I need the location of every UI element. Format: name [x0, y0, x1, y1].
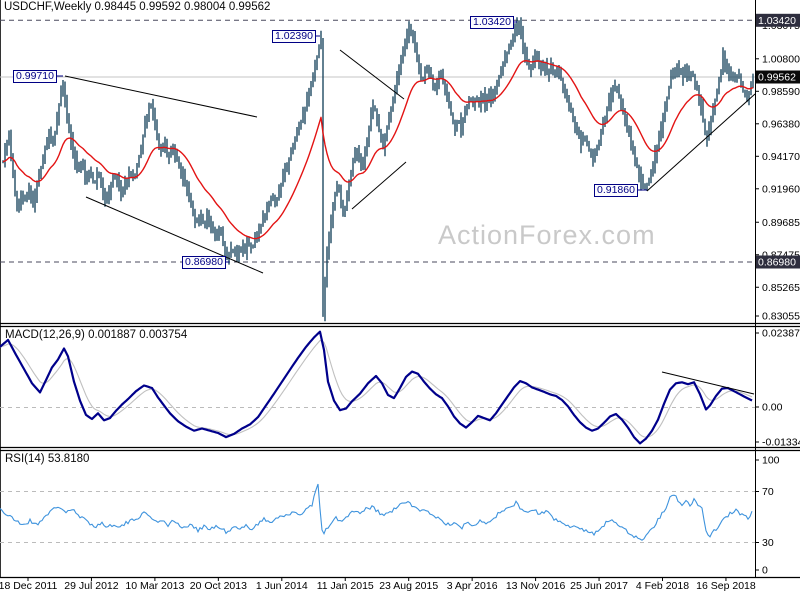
moving-average-line: [2, 60, 754, 240]
macd-signal-line: [0, 340, 753, 438]
rsi-line: [0, 483, 753, 541]
chart-title: USDCHF,Weekly 0.98445 0.99592 0.98004 0.…: [4, 1, 271, 13]
date-label: 25 Jun 2017: [570, 580, 628, 592]
macd-axis-label: 0.023873: [762, 328, 800, 340]
date-label: 3 Apr 2016: [447, 580, 498, 592]
price-tag-text: 0.86980: [758, 257, 796, 269]
date-label: 20 Oct 2013: [190, 580, 247, 592]
level-price-tag: 1.03420: [756, 13, 800, 27]
macd-axis-label: -0.013346: [762, 437, 800, 449]
chart-canvas[interactable]: 1.030751.008000.985900.963800.941700.919…: [0, 0, 800, 600]
price-annotation[interactable]: 1.02390: [272, 30, 316, 43]
price-tag-text: 1.03420: [758, 15, 796, 27]
watermark: ActionForex.com: [438, 220, 656, 250]
macd-axis-label: 0.00: [762, 402, 783, 414]
date-label: 10 Mar 2013: [125, 580, 184, 592]
axis-tick-label: 0.85265: [762, 282, 800, 294]
axis-tick-label: 0.96380: [762, 118, 800, 130]
rsi-axis-label: 100: [762, 455, 780, 467]
date-label: 23 Aug 2015: [379, 580, 438, 592]
rsi-axis-label: 30: [762, 537, 774, 549]
axis-tick-label: 0.94170: [762, 151, 800, 163]
price-tag-text: 0.99562: [758, 72, 796, 84]
date-label: 4 Feb 2018: [636, 580, 689, 592]
trading-chart: 1.030751.008000.985900.963800.941700.919…: [0, 0, 800, 600]
date-label: 16 Sep 2018: [696, 580, 756, 592]
macd-label: MACD(12,26,9) 0.001887 0.003754: [5, 329, 188, 341]
trendline[interactable]: [64, 75, 258, 118]
rsi-axis-label: 70: [762, 486, 774, 498]
trendline[interactable]: [339, 49, 405, 100]
price-annotation[interactable]: 0.86980: [182, 256, 226, 269]
axis-tick-label: 1.00800: [762, 53, 800, 65]
axis-tick-label: 0.83055: [762, 311, 800, 323]
price-annotation[interactable]: 1.03420: [470, 16, 514, 29]
axis-tick-label: 0.91960: [762, 183, 800, 195]
date-label: 18 Dec 2011: [0, 580, 58, 592]
current-price-tag: 0.99562: [756, 70, 800, 84]
date-label: 13 Nov 2016: [506, 580, 566, 592]
date-label: 29 Jul 2012: [64, 580, 118, 592]
date-label: 1 Jun 2014: [256, 580, 308, 592]
trendline[interactable]: [351, 161, 407, 210]
axis-tick-label: 0.98590: [762, 86, 800, 98]
axis-tick-label: 0.89685: [762, 217, 800, 229]
rsi-label: RSI(14) 53.8180: [5, 453, 90, 465]
level-price-tag: 0.86980: [756, 255, 800, 269]
price-annotation[interactable]: 0.99710: [13, 70, 57, 83]
price-bars: [2, 17, 754, 322]
price-annotation[interactable]: 0.91860: [594, 184, 638, 197]
macd-main-line: [0, 330, 753, 445]
rsi-axis-label: 0: [762, 565, 768, 577]
date-label: 11 Jan 2015: [317, 580, 374, 592]
